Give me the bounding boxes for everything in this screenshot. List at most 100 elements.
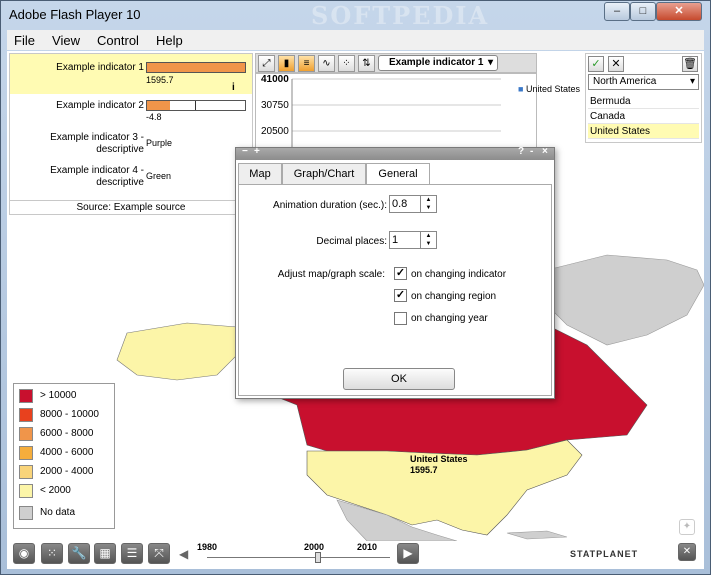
map-legend: > 10000 8000 - 10000 6000 - 8000 4000 - …: [13, 383, 115, 529]
dialog-title-bar: − + ? - ×: [236, 146, 554, 160]
checkbox-region-label: on changing region: [411, 291, 497, 302]
indicator-1-bar: [146, 62, 246, 73]
slider-handle[interactable]: [315, 552, 321, 563]
legend-item: 8000 - 10000: [19, 408, 99, 422]
region-item-bermuda[interactable]: Bermuda: [588, 94, 699, 109]
scatter-chart-icon[interactable]: ⁘: [338, 55, 355, 72]
tab-graph-chart[interactable]: Graph/Chart: [282, 163, 366, 185]
stepper-arrows[interactable]: ▲ ▼: [420, 232, 436, 248]
clear-icon[interactable]: ✕: [608, 56, 624, 72]
source-text: Source: Example source: [10, 200, 252, 214]
checkbox-year[interactable]: [394, 312, 407, 325]
region-panel: ✓ ✕ 🗑 North America ▾ Bermuda Canada Uni…: [585, 53, 702, 143]
legend-list-icon[interactable]: ☰: [121, 543, 143, 564]
close-icon[interactable]: ×: [542, 146, 548, 157]
close-icon[interactable]: ✕: [678, 543, 696, 561]
chart-toolbar: ⤢ ▮ ≡ ∿ ⁘ ⇅ Example indicator 1 ▾: [255, 53, 537, 73]
map-region-name: United States: [410, 454, 468, 464]
indicator-3-label: Example indicator 3 - descriptive: [50, 132, 144, 155]
minimize-button[interactable]: –: [604, 2, 630, 21]
play-icon[interactable]: ▶: [397, 543, 419, 564]
bar-chart-icon[interactable]: ▮: [278, 55, 295, 72]
maximize-button[interactable]: □: [630, 2, 656, 21]
menu-control[interactable]: Control: [90, 30, 146, 51]
stepper-arrows[interactable]: ▲ ▼: [420, 196, 436, 212]
indicator-2-label: Example indicator 2: [56, 100, 144, 111]
legend-item: 6000 - 8000: [19, 427, 93, 441]
fit-screen-icon[interactable]: ⤧: [148, 543, 170, 564]
menu-view[interactable]: View: [45, 30, 87, 51]
zoom-icon[interactable]: ✦: [679, 519, 695, 535]
year-slider[interactable]: [207, 552, 390, 563]
region-select[interactable]: North America ▾: [588, 74, 699, 90]
tab-general[interactable]: General: [366, 163, 430, 185]
menu-file[interactable]: File: [7, 30, 42, 51]
play-back-icon[interactable]: ◀: [179, 547, 188, 561]
options-dialog: − + ? - × Map Graph/Chart General Animat…: [235, 146, 555, 399]
minimize-icon[interactable]: −: [242, 146, 248, 157]
info-icon[interactable]: i: [232, 82, 235, 93]
animation-duration-stepper[interactable]: 0.8 ▲ ▼: [389, 195, 437, 213]
chevron-down-icon: ▾: [487, 57, 493, 68]
map-region-label: United States 1595.7: [410, 454, 468, 476]
legend-item: 4000 - 6000: [19, 446, 93, 460]
flash-content: Example indicator 1 1595.7 i Example ind…: [7, 51, 704, 569]
checkbox-year-label: on changing year: [411, 313, 488, 324]
minimize-icon[interactable]: -: [530, 146, 533, 157]
decimal-places-value: 1: [392, 234, 399, 246]
chart-legend: ■ United States: [518, 84, 580, 94]
check-icon[interactable]: ✓: [588, 56, 604, 72]
region-select-value: North America: [593, 76, 657, 87]
checkbox-indicator[interactable]: ✓: [394, 267, 407, 280]
watermark: SOFTPEDIA: [311, 1, 490, 30]
indicator-row-2[interactable]: Example indicator 2 -4.8: [10, 94, 252, 126]
region-item-united-states[interactable]: United States: [588, 124, 699, 139]
menu-help[interactable]: Help: [149, 30, 190, 51]
indicator-row-1[interactable]: Example indicator 1 1595.7 i: [10, 54, 252, 94]
y-tick-label: 30750: [261, 100, 289, 111]
indicator-3-value: Purple: [146, 138, 173, 148]
animation-duration-label: Animation duration (sec.):: [273, 200, 387, 211]
decimal-places-stepper[interactable]: 1 ▲ ▼: [389, 231, 437, 249]
wrench-icon[interactable]: 🔧: [68, 543, 90, 564]
ok-button[interactable]: OK: [343, 368, 455, 390]
legend-item: No data: [19, 506, 75, 520]
close-button[interactable]: ✕: [656, 2, 702, 21]
indicator-select-value: Example indicator 1: [389, 57, 484, 68]
adjust-scale-label: Adjust map/graph scale:: [277, 269, 385, 280]
indicator-select[interactable]: Example indicator 1 ▾: [378, 55, 498, 71]
timeline-year: 2010: [357, 542, 378, 552]
region-item-canada[interactable]: Canada: [588, 109, 699, 124]
dialog-body: Animation duration (sec.): 0.8 ▲ ▼ Decima…: [238, 184, 552, 396]
indicator-panel: Example indicator 1 1595.7 i Example ind…: [9, 53, 253, 215]
brand-logo: STATPLANET: [570, 549, 639, 559]
animation-duration-value: 0.8: [392, 198, 408, 210]
checkbox-region[interactable]: ✓: [394, 289, 407, 302]
help-icon[interactable]: ?: [518, 146, 524, 157]
window-title: Adobe Flash Player 10: [9, 7, 141, 22]
legend-item: 2000 - 4000: [19, 465, 93, 479]
y-tick-label: 41000: [261, 74, 289, 85]
sort-icon[interactable]: ⇅: [358, 55, 375, 72]
indicator-4-label: Example indicator 4 - descriptive: [50, 165, 144, 188]
eye-icon[interactable]: ◉: [13, 543, 35, 564]
chart-legend-label: United States: [525, 84, 580, 94]
indicator-1-value: 1595.7: [146, 75, 174, 85]
y-tick-label: 20500: [261, 126, 289, 137]
timeline-year: 2000: [304, 542, 325, 552]
indicator-1-label: Example indicator 1: [56, 62, 144, 73]
checkbox-indicator-label: on changing indicator: [411, 269, 507, 280]
indicator-row-3[interactable]: Example indicator 3 - descriptive Purple: [10, 126, 252, 160]
horizontal-bar-icon[interactable]: ≡: [298, 55, 315, 72]
trash-icon[interactable]: 🗑: [682, 56, 698, 72]
line-chart-icon[interactable]: ∿: [318, 55, 335, 72]
timeline-year: 1980: [197, 542, 218, 552]
table-icon[interactable]: ▦: [94, 543, 116, 564]
legend-item: < 2000: [19, 484, 71, 498]
indicator-row-4[interactable]: Example indicator 4 - descriptive Green: [10, 160, 252, 194]
tab-map[interactable]: Map: [238, 163, 282, 185]
fullscreen-icon[interactable]: ⤢: [258, 55, 275, 72]
map-region-value: 1595.7: [410, 465, 438, 475]
scatter-icon[interactable]: ⁙: [41, 543, 63, 564]
add-icon[interactable]: +: [254, 146, 260, 157]
